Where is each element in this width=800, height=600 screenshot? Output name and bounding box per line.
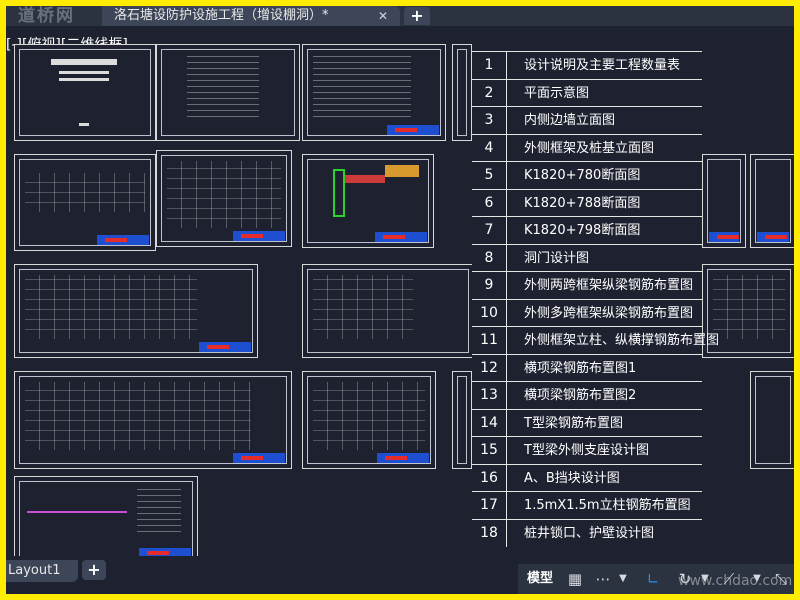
sheet-number: 13 (480, 387, 498, 403)
sheet-number: 2 (484, 84, 494, 101)
table-row[interactable]: 10 外侧多跨框架纵梁钢筋布置图 (472, 298, 702, 328)
sheet-name: 横项梁钢筋布置图1 (524, 360, 637, 376)
sheet-name: K1820+798断面图 (524, 223, 641, 238)
table-row[interactable]: 1 设计说明及主要工程数量表 (472, 51, 702, 80)
sheet-name: K1820+788断面图 (524, 195, 641, 211)
sheet-number: 16 (480, 469, 498, 486)
sheet-name: 横项梁钢筋布置图2 (524, 388, 637, 403)
table-row[interactable]: 4 外侧框架及桩基立面图 (472, 133, 702, 163)
sheet-number: 15 (480, 442, 498, 458)
sheet-name: 洞门设计图 (524, 250, 590, 266)
sheet-name: T型梁钢筋布置图 (524, 415, 623, 431)
table-row[interactable]: 5 K1820+780断面图 (472, 161, 702, 190)
sheet-name: 内侧边墙立面图 (524, 113, 616, 128)
drawing-sheet-6[interactable] (702, 154, 746, 248)
drawing-sheet-11[interactable] (14, 371, 292, 469)
drawing-sheet-1[interactable] (302, 44, 446, 141)
model-space-button[interactable]: 模型 (522, 568, 558, 590)
sheet-number: 9 (484, 277, 494, 293)
ortho-icon[interactable]: ∟ (642, 568, 664, 590)
drawing-sheet-15[interactable] (14, 476, 198, 564)
table-row[interactable]: 7 K1820+798断面图 (472, 216, 702, 245)
sheet-name: 桩井锁口、护壁设计图 (524, 525, 655, 541)
sheet-number: 3 (484, 112, 494, 128)
table-row[interactable]: 14 T型梁钢筋布置图 (472, 408, 702, 438)
watermark-url: www.chdao.com (678, 573, 793, 589)
drawing-sheet-3[interactable] (14, 154, 156, 251)
snap-grid-icon[interactable]: ⋯ (592, 568, 614, 590)
table-row[interactable]: 11 外侧框架立柱、纵横撑钢筋布置图 (472, 326, 719, 355)
sheet-number: 17 (480, 497, 498, 513)
sheet-number: 12 (480, 359, 498, 376)
sheet-number: 10 (480, 304, 498, 321)
sheet-number: 5 (484, 167, 494, 183)
watermark-logo: 道桥网 (18, 6, 75, 26)
sheet-number: 14 (480, 414, 498, 431)
drawing-sheet-9[interactable] (302, 264, 474, 358)
drawing-sheet-4[interactable] (156, 150, 292, 247)
table-row[interactable]: 8 洞门设计图 (472, 243, 702, 273)
sheet-number: 18 (480, 524, 498, 541)
sheet-name: 外侧框架及桩基立面图 (524, 140, 655, 156)
sheet-name: 1.5mX1.5m立柱钢筋布置图 (524, 498, 691, 513)
sheet-number: 6 (484, 194, 494, 211)
table-row[interactable]: 6 K1820+788断面图 (472, 188, 702, 218)
table-row[interactable]: 17 1.5mX1.5m立柱钢筋布置图 (472, 491, 702, 520)
title-bar: 道桥网 洛石塘设防护设施工程（增设棚洞）* ✕ + (6, 6, 794, 26)
bottom-bar: Layout1 + 模型 ▦ ⋯ ▼ ∟ ↻ ▼ ⟋ ▼ ⤡ www.chdao… (6, 556, 794, 594)
table-row[interactable]: 18 桩井锁口、护壁设计图 (472, 518, 702, 548)
table-row[interactable]: 2 平面示意图 (472, 78, 702, 108)
new-tab-button[interactable]: + (404, 7, 430, 25)
sheet-number: 4 (484, 139, 494, 156)
drawing-sheet-7[interactable] (750, 154, 794, 248)
sheet-number: 7 (484, 222, 494, 238)
table-row[interactable]: 3 内侧边墙立面图 (472, 106, 702, 135)
drawing-sheet-14[interactable] (750, 371, 794, 469)
grid-icon[interactable]: ▦ (564, 568, 586, 590)
drawing-sheet-12[interactable] (302, 371, 436, 469)
sheet-name: 外侧多跨框架纵梁钢筋布置图 (524, 305, 694, 321)
new-layout-button[interactable]: + (82, 560, 106, 580)
dropdown-icon[interactable]: ▼ (616, 568, 630, 590)
close-icon[interactable]: ✕ (378, 6, 388, 26)
document-title: 洛石塘设防护设施工程（增设棚洞）* (114, 8, 329, 23)
sheet-name: K1820+780断面图 (524, 168, 641, 183)
sheet-number: 1 (484, 57, 494, 73)
sheet-list-table: 1 设计说明及主要工程数量表 2 平面示意图 3 内侧边墙立面图 4 外侧框架及桩基立面图 5 K… (472, 51, 719, 548)
drawing-sheet-cover[interactable] (14, 44, 156, 141)
sheet-name: 外侧两跨框架纵梁钢筋布置图 (524, 278, 694, 293)
sheet-number: 8 (484, 249, 494, 266)
table-row[interactable]: 9 外侧两跨框架纵梁钢筋布置图 (472, 271, 702, 300)
drawing-sheet-5[interactable] (302, 154, 434, 248)
table-row[interactable]: 15 T型梁外侧支座设计图 (472, 436, 702, 465)
drawing-sheet-13[interactable] (452, 371, 472, 469)
table-row[interactable]: 16 A、B挡块设计图 (472, 463, 702, 493)
sheet-name: A、B挡块设计图 (524, 470, 620, 486)
drawing-sheet-index[interactable] (156, 44, 300, 141)
tab-layout1[interactable]: Layout1 (6, 560, 78, 582)
sheet-name: T型梁外侧支座设计图 (524, 443, 649, 458)
sheet-name: 外侧框架立柱、纵横撑钢筋布置图 (524, 333, 720, 348)
table-row[interactable]: 13 横项梁钢筋布置图2 (472, 381, 702, 410)
drawing-sheet-8[interactable] (14, 264, 258, 358)
sheet-name: 设计说明及主要工程数量表 (524, 58, 681, 73)
autocad-window: 道桥网 洛石塘设防护设施工程（增设棚洞）* ✕ + [-][俯视][二维线框] (6, 6, 794, 594)
sheet-name: 平面示意图 (524, 85, 590, 101)
sheet-number: 11 (480, 332, 498, 348)
drawing-sheet-2[interactable] (452, 44, 472, 141)
table-row[interactable]: 12 横项梁钢筋布置图1 (472, 353, 702, 383)
